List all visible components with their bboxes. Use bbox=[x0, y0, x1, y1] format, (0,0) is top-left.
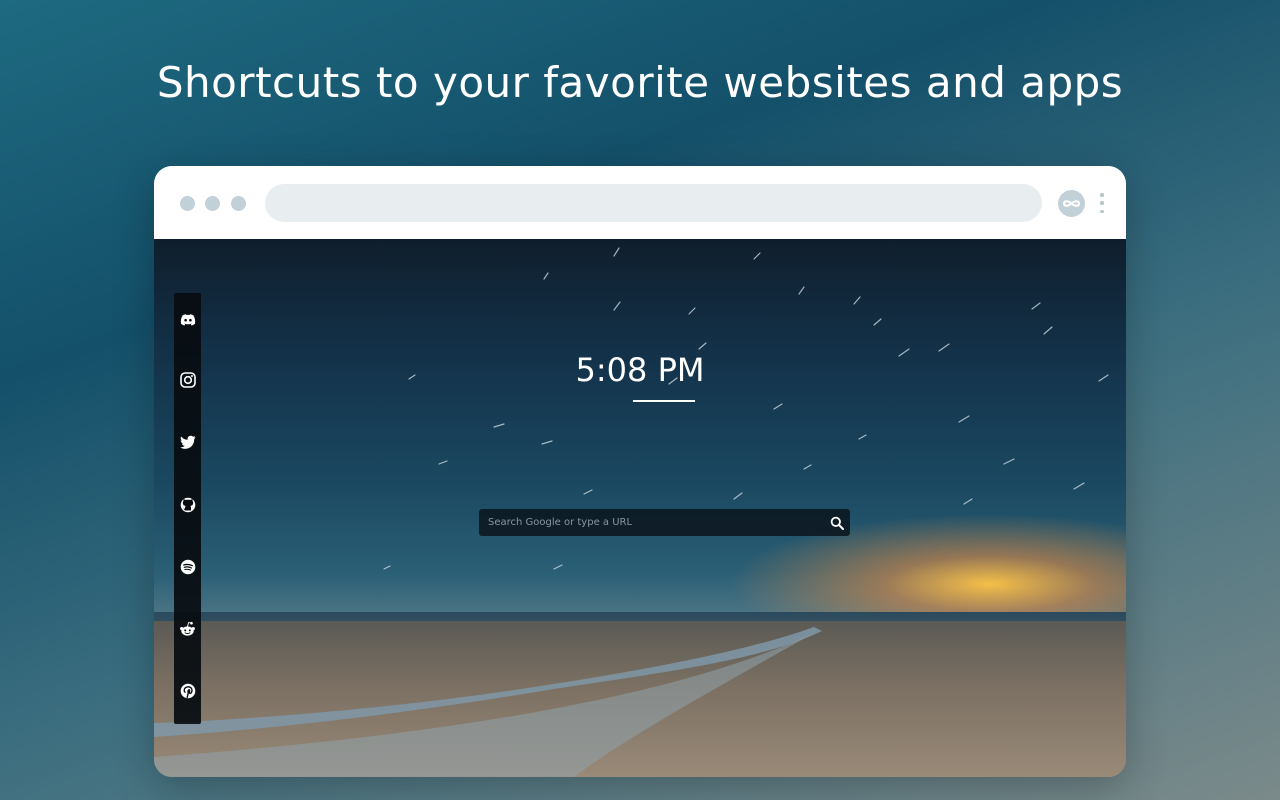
clock: 5:08 PM bbox=[575, 351, 705, 389]
infinity-logo-icon[interactable] bbox=[1058, 190, 1085, 217]
search-icon[interactable] bbox=[828, 514, 845, 531]
pinterest-icon[interactable] bbox=[178, 681, 197, 700]
window-dot-minimize[interactable] bbox=[205, 196, 220, 211]
window-dot-close[interactable] bbox=[180, 196, 195, 211]
address-bar[interactable] bbox=[265, 184, 1042, 222]
discord-icon[interactable] bbox=[178, 310, 197, 329]
twitter-icon[interactable] bbox=[178, 432, 197, 451]
spotify-icon[interactable] bbox=[178, 557, 197, 576]
github-icon[interactable] bbox=[178, 495, 197, 514]
shortcuts-sidebar bbox=[174, 293, 201, 724]
star-trails-background bbox=[383, 247, 1109, 570]
reddit-icon[interactable] bbox=[178, 619, 197, 638]
browser-toolbar bbox=[154, 166, 1126, 239]
window-dot-maximize[interactable] bbox=[231, 196, 246, 211]
clock-underline bbox=[633, 400, 695, 402]
search-input[interactable] bbox=[479, 509, 819, 536]
instagram-icon[interactable] bbox=[178, 370, 197, 389]
new-tab-page: 5:08 PM bbox=[154, 239, 1126, 777]
beach-stream bbox=[154, 627, 822, 777]
headline: Shortcuts to your favorite websites and … bbox=[156, 58, 1124, 107]
browser-window: 5:08 PM bbox=[154, 166, 1126, 777]
kebab-menu-icon[interactable] bbox=[1098, 193, 1106, 213]
search-box bbox=[479, 509, 850, 536]
